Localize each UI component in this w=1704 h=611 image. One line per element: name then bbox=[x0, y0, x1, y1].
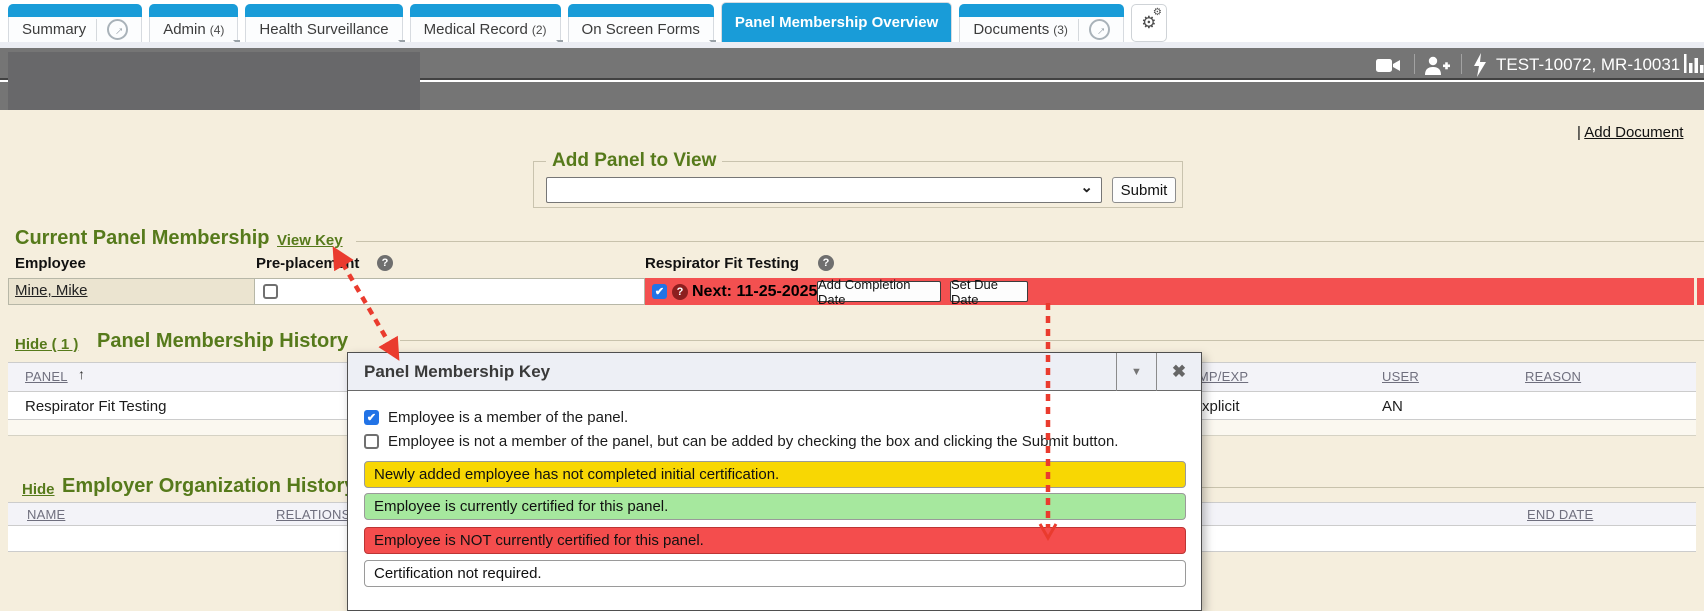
tab-health-label: Health Surveillance bbox=[259, 21, 388, 38]
toolbar-left-panel bbox=[8, 52, 420, 110]
tab-medical-count: (2) bbox=[532, 23, 547, 37]
modal-title: Panel Membership Key bbox=[364, 362, 550, 382]
sort-ascending-icon[interactable]: ↑ bbox=[78, 366, 85, 382]
history-col-panel[interactable]: PANEL bbox=[25, 369, 68, 384]
tab-medical-label: Medical Record bbox=[424, 21, 528, 38]
record-id: TEST-10072, MR-10031 bbox=[1496, 55, 1680, 75]
external-link-icon[interactable]: → bbox=[1089, 19, 1110, 40]
tab-on-screen-forms[interactable]: On Screen Forms bbox=[568, 4, 714, 42]
gear-icon: ⚙ bbox=[1153, 7, 1162, 18]
close-icon: ✖ bbox=[1172, 362, 1186, 382]
set-due-date-button[interactable]: Set Due Date bbox=[950, 281, 1028, 302]
tab-panel-membership-overview[interactable]: Panel Membership Overview bbox=[721, 2, 952, 42]
key-item-member-label: Employee is a member of the panel. bbox=[388, 409, 628, 426]
panel-member-checkbox[interactable] bbox=[652, 284, 667, 299]
key-item-member: Employee is a member of the panel. bbox=[364, 409, 628, 426]
add-panel-legend: Add Panel to View bbox=[546, 150, 722, 172]
help-icon[interactable] bbox=[818, 255, 834, 271]
key-row-yellow: Newly added employee has not completed i… bbox=[364, 461, 1186, 488]
help-icon[interactable] bbox=[377, 255, 393, 271]
panel-membership-key-modal: Panel Membership Key ▼ ✖ Employee is a m… bbox=[347, 352, 1202, 611]
pre-placement-cell bbox=[255, 278, 645, 305]
next-due-label: Next: 11-25-2025 bbox=[692, 283, 817, 301]
modal-close-button[interactable]: ✖ bbox=[1156, 353, 1201, 391]
toolbar-divider bbox=[1461, 54, 1462, 74]
panel-membership-overview-page: { "tabs": { "summary": "Summary", "admin… bbox=[0, 0, 1704, 611]
history-row-user: AN bbox=[1382, 398, 1403, 415]
history-col-reason[interactable]: REASON bbox=[1525, 369, 1581, 384]
modal-minimize-button[interactable]: ▼ bbox=[1116, 353, 1156, 391]
toolbar-divider bbox=[1414, 54, 1415, 74]
tab-onscreen-label: On Screen Forms bbox=[582, 21, 700, 38]
tab-admin-count: (4) bbox=[210, 23, 225, 37]
tab-panel-overview-label: Panel Membership Overview bbox=[735, 14, 938, 31]
tab-divider bbox=[96, 19, 97, 41]
tab-summary[interactable]: Summary → bbox=[8, 4, 142, 42]
person-add-icon[interactable] bbox=[1424, 55, 1451, 81]
employer-col-name[interactable]: NAME bbox=[27, 507, 65, 522]
fieldset-line bbox=[356, 241, 1704, 242]
history-heading: Panel Membership History bbox=[97, 330, 348, 353]
add-completion-date-button[interactable]: Add Completion Date bbox=[817, 281, 941, 302]
hide-history-link[interactable]: Hide ( 1 ) bbox=[15, 336, 78, 353]
modal-header[interactable]: Panel Membership Key ▼ ✖ bbox=[348, 353, 1201, 391]
unchecked-checkbox[interactable] bbox=[364, 434, 379, 449]
tab-documents-label: Documents bbox=[973, 21, 1049, 38]
lightning-bolt-icon[interactable] bbox=[1472, 53, 1488, 82]
video-camera-icon[interactable] bbox=[1376, 57, 1402, 80]
help-icon-red[interactable] bbox=[672, 284, 688, 300]
tab-admin-label: Admin bbox=[163, 21, 206, 38]
tab-bar: Summary → Admin (4) Health Surveillance … bbox=[0, 0, 1704, 42]
bar-chart-icon[interactable] bbox=[1684, 53, 1704, 80]
col-respirator-fit-testing: Respirator Fit Testing bbox=[645, 255, 799, 272]
tab-documents-count: (3) bbox=[1053, 23, 1068, 37]
add-document-link-wrap: | Add Document bbox=[1577, 124, 1683, 141]
col-employee: Employee bbox=[15, 255, 86, 272]
next-panel-cell-sliver bbox=[1697, 278, 1704, 305]
employer-heading: Employer Organization History bbox=[62, 475, 355, 498]
external-link-icon[interactable]: → bbox=[107, 19, 128, 40]
tab-summary-label: Summary bbox=[22, 21, 86, 38]
col-pre-placement: Pre-placement bbox=[256, 255, 359, 272]
add-document-link[interactable]: Add Document bbox=[1584, 124, 1683, 141]
tab-documents[interactable]: Documents (3) → bbox=[959, 4, 1124, 42]
settings-gear-button[interactable]: ⚙ ⚙ bbox=[1131, 4, 1167, 42]
checked-checkbox[interactable] bbox=[364, 410, 379, 425]
separator: | bbox=[1577, 124, 1581, 141]
key-item-not-member: Employee is not a member of the panel, b… bbox=[364, 433, 1118, 450]
key-row-red: Employee is NOT currently certified for … bbox=[364, 527, 1186, 554]
chevron-down-icon: ▼ bbox=[1131, 366, 1142, 378]
employer-col-end-date[interactable]: END DATE bbox=[1527, 507, 1593, 522]
history-col-user[interactable]: USER bbox=[1382, 369, 1419, 384]
tab-divider bbox=[1078, 19, 1079, 41]
employee-link[interactable]: Mine, Mike bbox=[15, 282, 88, 299]
submit-button[interactable]: Submit bbox=[1112, 177, 1176, 203]
key-item-not-member-label: Employee is not a member of the panel, b… bbox=[388, 433, 1118, 450]
history-row-panel: Respirator Fit Testing bbox=[25, 398, 166, 415]
tab-admin[interactable]: Admin (4) bbox=[149, 4, 238, 42]
tab-health-surveillance[interactable]: Health Surveillance bbox=[245, 4, 402, 42]
current-panel-heading: Current Panel Membership bbox=[15, 227, 270, 250]
fieldset-line bbox=[400, 340, 1704, 341]
add-panel-select[interactable] bbox=[546, 177, 1102, 203]
view-key-link[interactable]: View Key bbox=[277, 232, 343, 249]
pre-placement-checkbox[interactable] bbox=[263, 284, 278, 299]
hide-employer-link[interactable]: Hide bbox=[22, 481, 55, 498]
tab-medical-record[interactable]: Medical Record (2) bbox=[410, 4, 561, 42]
key-row-green: Employee is currently certified for this… bbox=[364, 493, 1186, 520]
key-row-white: Certification not required. bbox=[364, 560, 1186, 587]
